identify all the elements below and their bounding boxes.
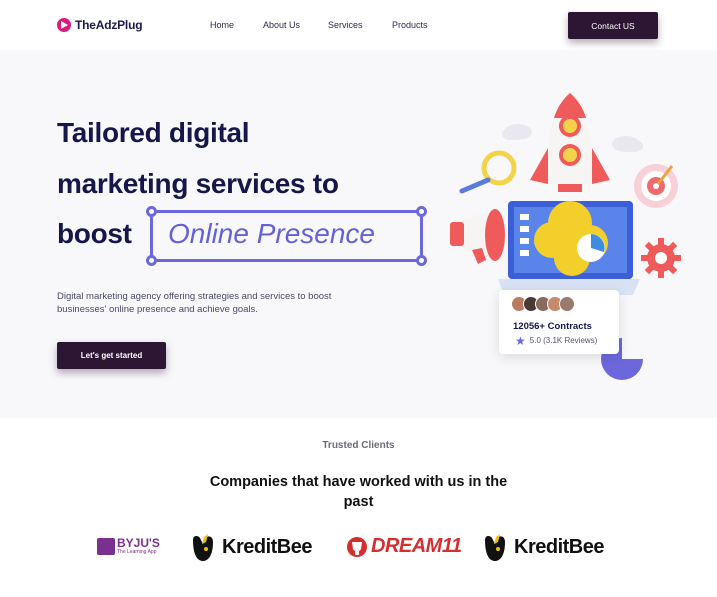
- site-header: TheAdzPlug Home About Us Services Produc…: [0, 0, 717, 50]
- target-icon: [634, 164, 678, 208]
- rating-row: ★ 5.0 (3.1K Reviews): [515, 333, 598, 348]
- headline-line-1: Tailored digital: [57, 117, 250, 148]
- client-name: BYJU'S: [117, 536, 160, 550]
- client-avatars: [511, 296, 575, 312]
- frame-handle: [416, 255, 427, 266]
- contracts-count: 12056+ Contracts: [513, 321, 592, 332]
- client-name: KreditBee: [222, 535, 312, 558]
- nav-products[interactable]: Products: [392, 20, 428, 30]
- clients-title: Companies that have worked with us in th…: [209, 474, 508, 510]
- gear-icon: [641, 238, 681, 278]
- nav-home[interactable]: Home: [210, 20, 234, 30]
- byjus-logo-icon: [97, 537, 115, 555]
- headline-line-2: marketing services to: [57, 168, 339, 199]
- rocket-icon: [530, 93, 610, 192]
- megaphone-icon: [450, 209, 505, 264]
- client-tagline: The Learning App: [117, 549, 157, 555]
- nav-about-us[interactable]: About Us: [263, 20, 300, 30]
- stats-card: 12056+ Contracts ★ 5.0 (3.1K Reviews): [499, 290, 619, 354]
- client-logo-byjus: BYJU'S The Learning App: [97, 537, 160, 555]
- rating-text: 5.0 (3.1K Reviews): [529, 336, 598, 345]
- client-logo-dream11: DREAM11: [346, 535, 462, 558]
- highlight-text: Online Presence: [168, 218, 376, 249]
- client-logo-kreditbee: KreditBee: [480, 532, 604, 562]
- brand-name: TheAdzPlug: [75, 18, 143, 32]
- frame-handle: [146, 255, 157, 266]
- contact-us-button[interactable]: Contact US: [568, 12, 658, 39]
- trusted-clients-eyebrow: Trusted Clients: [322, 440, 395, 451]
- get-started-button[interactable]: Let's get started: [57, 342, 166, 369]
- client-logo-kreditbee: KreditBee: [188, 532, 312, 562]
- client-name: KreditBee: [514, 535, 604, 558]
- client-logos: BYJU'S The Learning App KreditBee DREAM1…: [0, 530, 717, 566]
- play-logo-icon: [57, 18, 71, 32]
- magnifier-icon: [459, 150, 517, 194]
- kreditbee-logo-icon: [193, 534, 213, 561]
- avatar: [559, 296, 575, 312]
- kreditbee-logo-icon: [485, 534, 505, 561]
- dream11-logo-icon: [347, 536, 367, 557]
- brand-logo[interactable]: TheAdzPlug: [57, 18, 143, 32]
- headline-line-3: boost: [57, 218, 132, 249]
- frame-handle: [416, 206, 427, 217]
- star-icon: ★: [515, 333, 526, 348]
- frame-handle: [146, 206, 157, 217]
- hero-subtitle: Digital marketing agency offering strate…: [57, 291, 332, 315]
- nav-services[interactable]: Services: [328, 20, 363, 30]
- client-name: DREAM11: [371, 535, 462, 557]
